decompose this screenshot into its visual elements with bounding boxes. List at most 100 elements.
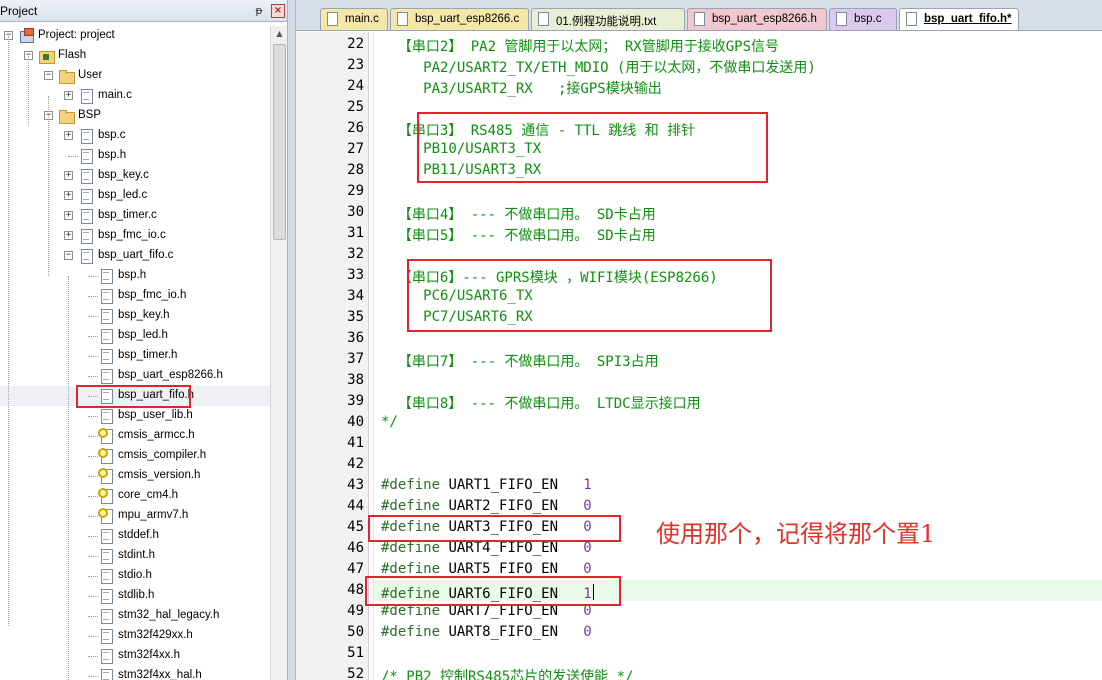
file-icon <box>98 608 114 624</box>
macro-value: 0 <box>583 540 592 556</box>
tree-item[interactable]: + bsp_timer.c <box>0 206 270 226</box>
expand-icon[interactable]: + <box>64 191 73 200</box>
collapse-icon[interactable]: − <box>44 71 53 80</box>
editor-tab[interactable]: bsp_uart_fifo.h* <box>899 8 1019 30</box>
line-number: 26 <box>347 120 364 136</box>
line-number: 25 <box>347 99 364 115</box>
code-line[interactable]: #define UART2_FIFO_EN 0 <box>381 498 592 514</box>
key-file-icon <box>98 468 114 484</box>
tree-item-label: bsp_key.h <box>118 309 170 321</box>
code-line[interactable]: PA2/USART2_TX/ETH_MDIO (用于以太网，不做串口发送用) <box>381 57 816 77</box>
tree-item[interactable]: bsp_uart_esp8266.h <box>0 366 270 386</box>
tree-item[interactable]: cmsis_armcc.h <box>0 426 270 446</box>
tree-item[interactable]: + bsp.c <box>0 126 270 146</box>
code-line[interactable]: #define UART5_FIFO_EN 0 <box>381 561 592 577</box>
editor-tab-label: 01.例程功能说明.txt <box>556 16 657 28</box>
code-line[interactable]: */ <box>381 414 398 430</box>
code-line[interactable]: 【串口2】 PA2 管脚用于以太网； RX管脚用于接收GPS信号 <box>381 36 779 56</box>
tree-item[interactable]: bsp_user_lib.h <box>0 406 270 426</box>
tree-item[interactable]: − User <box>0 66 270 86</box>
line-number: 44 <box>347 498 364 514</box>
tree-item[interactable]: + main.c <box>0 86 270 106</box>
tree-item[interactable]: − Project: project <box>0 26 270 46</box>
code-line[interactable]: /* PB2 控制RS485芯片的发送使能 */ <box>381 666 633 680</box>
code-line[interactable]: #define UART8_FIFO_EN 0 <box>381 624 592 640</box>
tree-item[interactable]: cmsis_version.h <box>0 466 270 486</box>
editor-tab[interactable]: 01.例程功能说明.txt <box>531 8 685 30</box>
tree-item[interactable]: stdio.h <box>0 566 270 586</box>
tree-item-label: bsp_uart_esp8266.h <box>118 369 223 381</box>
editor-tab-label: bsp_uart_fifo.h* <box>924 13 1012 25</box>
code-line[interactable]: #define UART1_FIFO_EN 1 <box>381 477 592 493</box>
tree-item[interactable]: core_cm4.h <box>0 486 270 506</box>
close-panel-button[interactable]: × <box>271 4 285 18</box>
scroll-up-arrow-icon[interactable]: ▲ <box>271 26 287 42</box>
tree-connector <box>88 616 98 617</box>
tree-item[interactable]: mpu_armv7.h <box>0 506 270 526</box>
tree-item[interactable]: − bsp_uart_fifo.c <box>0 246 270 266</box>
scroll-thumb[interactable] <box>273 44 286 240</box>
tree-item[interactable]: bsp_timer.h <box>0 346 270 366</box>
project-tree: − Project: project − Flash − User + main.c − BSP +… <box>0 26 270 680</box>
tree-item[interactable]: − BSP <box>0 106 270 126</box>
code-line[interactable]: 【串口5】 --- 不做串口用。 SD卡占用 <box>381 225 656 245</box>
tree-item-label: bsp_timer.c <box>98 209 157 221</box>
tree-connector <box>88 316 98 317</box>
line-number: 39 <box>347 393 364 409</box>
collapse-icon[interactable]: − <box>64 251 73 260</box>
tree-item-label: stddef.h <box>118 529 159 541</box>
tree-item-label: BSP <box>78 109 102 121</box>
tree-item[interactable]: bsp.h <box>0 266 270 286</box>
file-icon <box>98 408 114 424</box>
folder-icon <box>58 108 75 124</box>
tree-item[interactable]: stdlib.h <box>0 586 270 606</box>
project-icon <box>18 28 34 44</box>
code-line[interactable]: 【串口7】 --- 不做串口用。 SPI3占用 <box>381 351 659 371</box>
expand-icon[interactable]: + <box>64 91 73 100</box>
tree-connector <box>88 356 98 357</box>
file-icon <box>98 368 114 384</box>
key-file-icon <box>98 508 114 524</box>
tree-item[interactable]: bsp_key.h <box>0 306 270 326</box>
tree-item-label: stm32f4xx_hal.h <box>118 669 202 680</box>
macro-value: 0 <box>583 561 592 577</box>
editor-tab[interactable]: bsp_uart_esp8266.c <box>390 8 529 30</box>
code-line[interactable]: 【串口8】 --- 不做串口用。 LTDC显示接口用 <box>381 393 701 413</box>
tree-item[interactable]: + bsp_fmc_io.c <box>0 226 270 246</box>
tree-item[interactable]: + bsp_key.c <box>0 166 270 186</box>
tree-item[interactable]: bsp.h <box>0 146 270 166</box>
code-line[interactable]: 【串口4】 --- 不做串口用。 SD卡占用 <box>381 204 656 224</box>
editor-tab[interactable]: main.c <box>320 8 388 30</box>
tree-item[interactable]: bsp_fmc_io.h <box>0 286 270 306</box>
tree-item[interactable]: cmsis_compiler.h <box>0 446 270 466</box>
pin-button[interactable]: ᵽ <box>252 4 266 18</box>
panel-splitter[interactable] <box>288 0 296 680</box>
expand-icon[interactable]: + <box>64 211 73 220</box>
tree-item[interactable]: bsp_led.h <box>0 326 270 346</box>
line-number: 47 <box>347 561 364 577</box>
preprocessor-keyword: #define <box>381 561 449 577</box>
tree-item[interactable]: − Flash <box>0 46 270 66</box>
tree-item[interactable]: stm32f4xx_hal.h <box>0 666 270 680</box>
editor-tab-label: bsp_uart_esp8266.h <box>712 13 817 25</box>
expand-icon[interactable]: + <box>64 171 73 180</box>
expand-icon[interactable]: + <box>64 231 73 240</box>
tree-item-label: stm32f4xx.h <box>118 649 180 661</box>
editor-tab[interactable]: bsp.c <box>829 8 897 30</box>
tree-item[interactable]: stm32_hal_legacy.h <box>0 606 270 626</box>
tree-item-label: Project: project <box>38 29 115 41</box>
tree-item[interactable]: stddef.h <box>0 526 270 546</box>
tree-item[interactable]: + bsp_led.c <box>0 186 270 206</box>
tree-item-label: bsp_fmc_io.c <box>98 229 166 241</box>
editor-tab[interactable]: bsp_uart_esp8266.h <box>687 8 827 30</box>
expand-icon[interactable]: + <box>64 131 73 140</box>
tree-item[interactable]: stdint.h <box>0 546 270 566</box>
tree-item[interactable]: stm32f4xx.h <box>0 646 270 666</box>
editor-tab-bar: main.c bsp_uart_esp8266.c 01.例程功能说明.txt bsp… <box>296 0 1102 31</box>
code-line[interactable]: #define UART4_FIFO_EN 0 <box>381 540 592 556</box>
file-icon <box>397 12 408 26</box>
tree-item[interactable]: stm32f429xx.h <box>0 626 270 646</box>
file-icon <box>78 188 94 204</box>
code-line[interactable]: PA3/USART2_RX ;接GPS模块输出 <box>381 78 662 98</box>
tree-scrollbar[interactable]: ▲ <box>270 26 287 680</box>
